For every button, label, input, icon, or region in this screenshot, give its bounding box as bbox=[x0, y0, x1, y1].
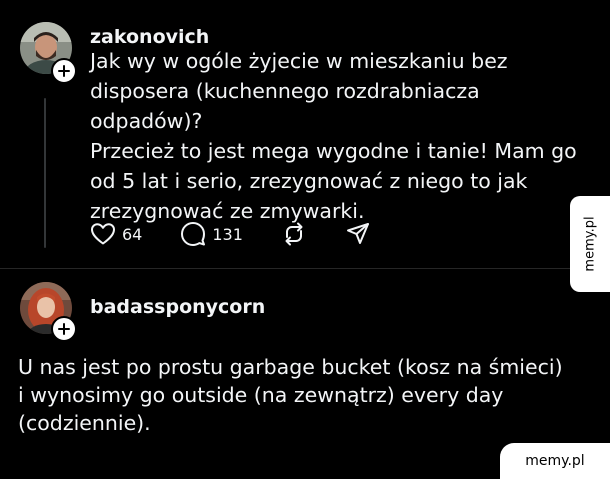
reply-username[interactable]: badassponycorn bbox=[90, 296, 265, 318]
comment-icon bbox=[181, 222, 206, 246]
follow-button[interactable] bbox=[51, 58, 77, 84]
comment-count: 131 bbox=[212, 224, 243, 244]
reply-text: U nas jest po prostu garbage bucket (kos… bbox=[18, 355, 563, 435]
side-watermark-text: memy.pl bbox=[582, 216, 598, 272]
repost-icon bbox=[285, 222, 303, 246]
share-button[interactable] bbox=[345, 220, 371, 248]
post-actions: 64 131 bbox=[90, 220, 371, 248]
follow-button-reply[interactable] bbox=[51, 316, 77, 342]
comment-button[interactable]: 131 bbox=[180, 220, 243, 248]
bottom-watermark: memy.pl bbox=[500, 443, 610, 479]
repost-button[interactable] bbox=[281, 220, 307, 248]
side-watermark: memy.pl bbox=[570, 196, 610, 292]
divider bbox=[0, 268, 610, 269]
post-username[interactable]: zakonovich bbox=[90, 26, 209, 48]
like-button[interactable]: 64 bbox=[90, 220, 142, 248]
bottom-watermark-text: memy.pl bbox=[525, 453, 585, 469]
plus-icon bbox=[58, 323, 70, 335]
thread-line bbox=[44, 98, 46, 248]
plus-icon bbox=[58, 65, 70, 77]
post-text: Jak wy w ogóle żyjecie w mieszkaniu bez … bbox=[90, 49, 577, 223]
send-icon bbox=[346, 223, 369, 244]
heart-icon bbox=[91, 223, 115, 245]
like-count: 64 bbox=[122, 224, 143, 244]
